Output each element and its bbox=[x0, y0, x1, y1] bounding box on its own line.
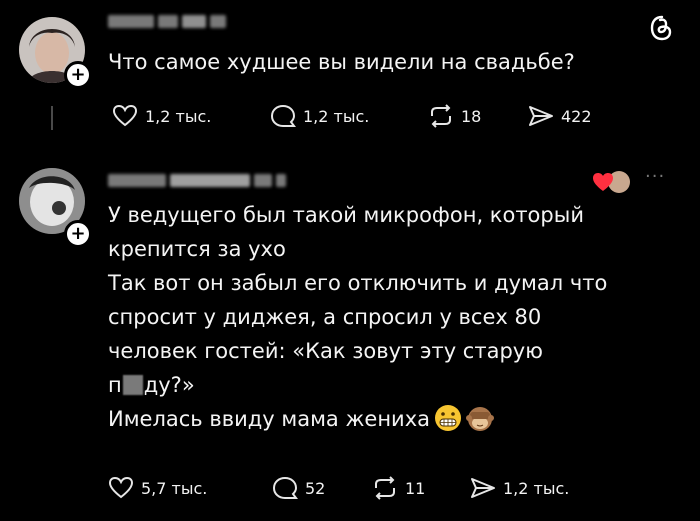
comment-icon bbox=[272, 476, 298, 499]
username-blurred bbox=[108, 13, 226, 29]
grimacing-face-emoji-icon bbox=[435, 405, 461, 431]
reply-text-line: Так вот он забыл его отключить и думал ч… bbox=[108, 271, 608, 295]
heart-icon bbox=[112, 104, 138, 127]
share-button[interactable]: 1,2 тыс. bbox=[470, 476, 569, 500]
like-button[interactable]: 1,2 тыс. bbox=[112, 104, 211, 128]
share-icon bbox=[471, 478, 495, 498]
share-icon bbox=[529, 106, 553, 126]
repost-count: 18 bbox=[461, 106, 482, 126]
censored-prefix: п bbox=[108, 373, 122, 397]
reply-button[interactable]: 52 bbox=[272, 476, 325, 500]
more-options-icon[interactable]: ··· bbox=[645, 166, 665, 187]
reply-text-line: человек гостей: «Как зовут эту старую bbox=[108, 339, 543, 363]
share-button[interactable]: 422 bbox=[528, 104, 592, 128]
creator-heart-reaction-icon bbox=[593, 171, 630, 193]
repost-button[interactable]: 18 bbox=[428, 104, 481, 128]
reply-text-line: спросит у диджея, а спросил у всех 80 bbox=[108, 305, 542, 329]
comment-icon bbox=[270, 104, 296, 127]
reply-text: У ведущего был такой микрофон, который к… bbox=[108, 198, 607, 436]
follow-plus-icon[interactable]: + bbox=[64, 61, 92, 89]
like-count: 1,2 тыс. bbox=[145, 106, 212, 126]
reply-text-line-censored: п ду?» bbox=[108, 368, 607, 402]
reply-last-line: Имелась ввиду мама жениха bbox=[108, 407, 430, 431]
like-count: 5,7 тыс. bbox=[141, 478, 208, 498]
repost-count: 11 bbox=[405, 478, 426, 498]
reply-text-line: крепится за ухо bbox=[108, 237, 286, 261]
share-count: 1,2 тыс. bbox=[503, 478, 570, 498]
post-text: Что самое худшее вы видели на свадьбе? bbox=[108, 45, 575, 79]
share-count: 422 bbox=[561, 106, 592, 126]
like-button[interactable]: 5,7 тыс. bbox=[108, 476, 207, 500]
repost-icon bbox=[431, 104, 451, 128]
threads-logo-icon[interactable] bbox=[647, 13, 677, 43]
censor-block bbox=[122, 375, 143, 395]
repost-button[interactable]: 11 bbox=[372, 476, 425, 500]
thread-connector-line bbox=[51, 106, 53, 130]
censored-suffix: ду?» bbox=[143, 373, 195, 397]
reply-count: 52 bbox=[305, 478, 326, 498]
reply-count: 1,2 тыс. bbox=[303, 106, 370, 126]
repost-icon bbox=[375, 476, 395, 500]
heart-icon bbox=[108, 476, 134, 499]
reply-text-line: У ведущего был такой микрофон, который bbox=[108, 203, 584, 227]
see-no-evil-monkey-emoji-icon bbox=[466, 407, 494, 431]
follow-plus-icon[interactable]: + bbox=[64, 220, 92, 248]
reply-button[interactable]: 1,2 тыс. bbox=[270, 104, 369, 128]
post-text-line: Что самое худшее вы видели на свадьбе? bbox=[108, 50, 575, 74]
reply-text-line: Имелась ввиду мама жениха bbox=[108, 402, 607, 436]
username-blurred bbox=[108, 172, 286, 188]
